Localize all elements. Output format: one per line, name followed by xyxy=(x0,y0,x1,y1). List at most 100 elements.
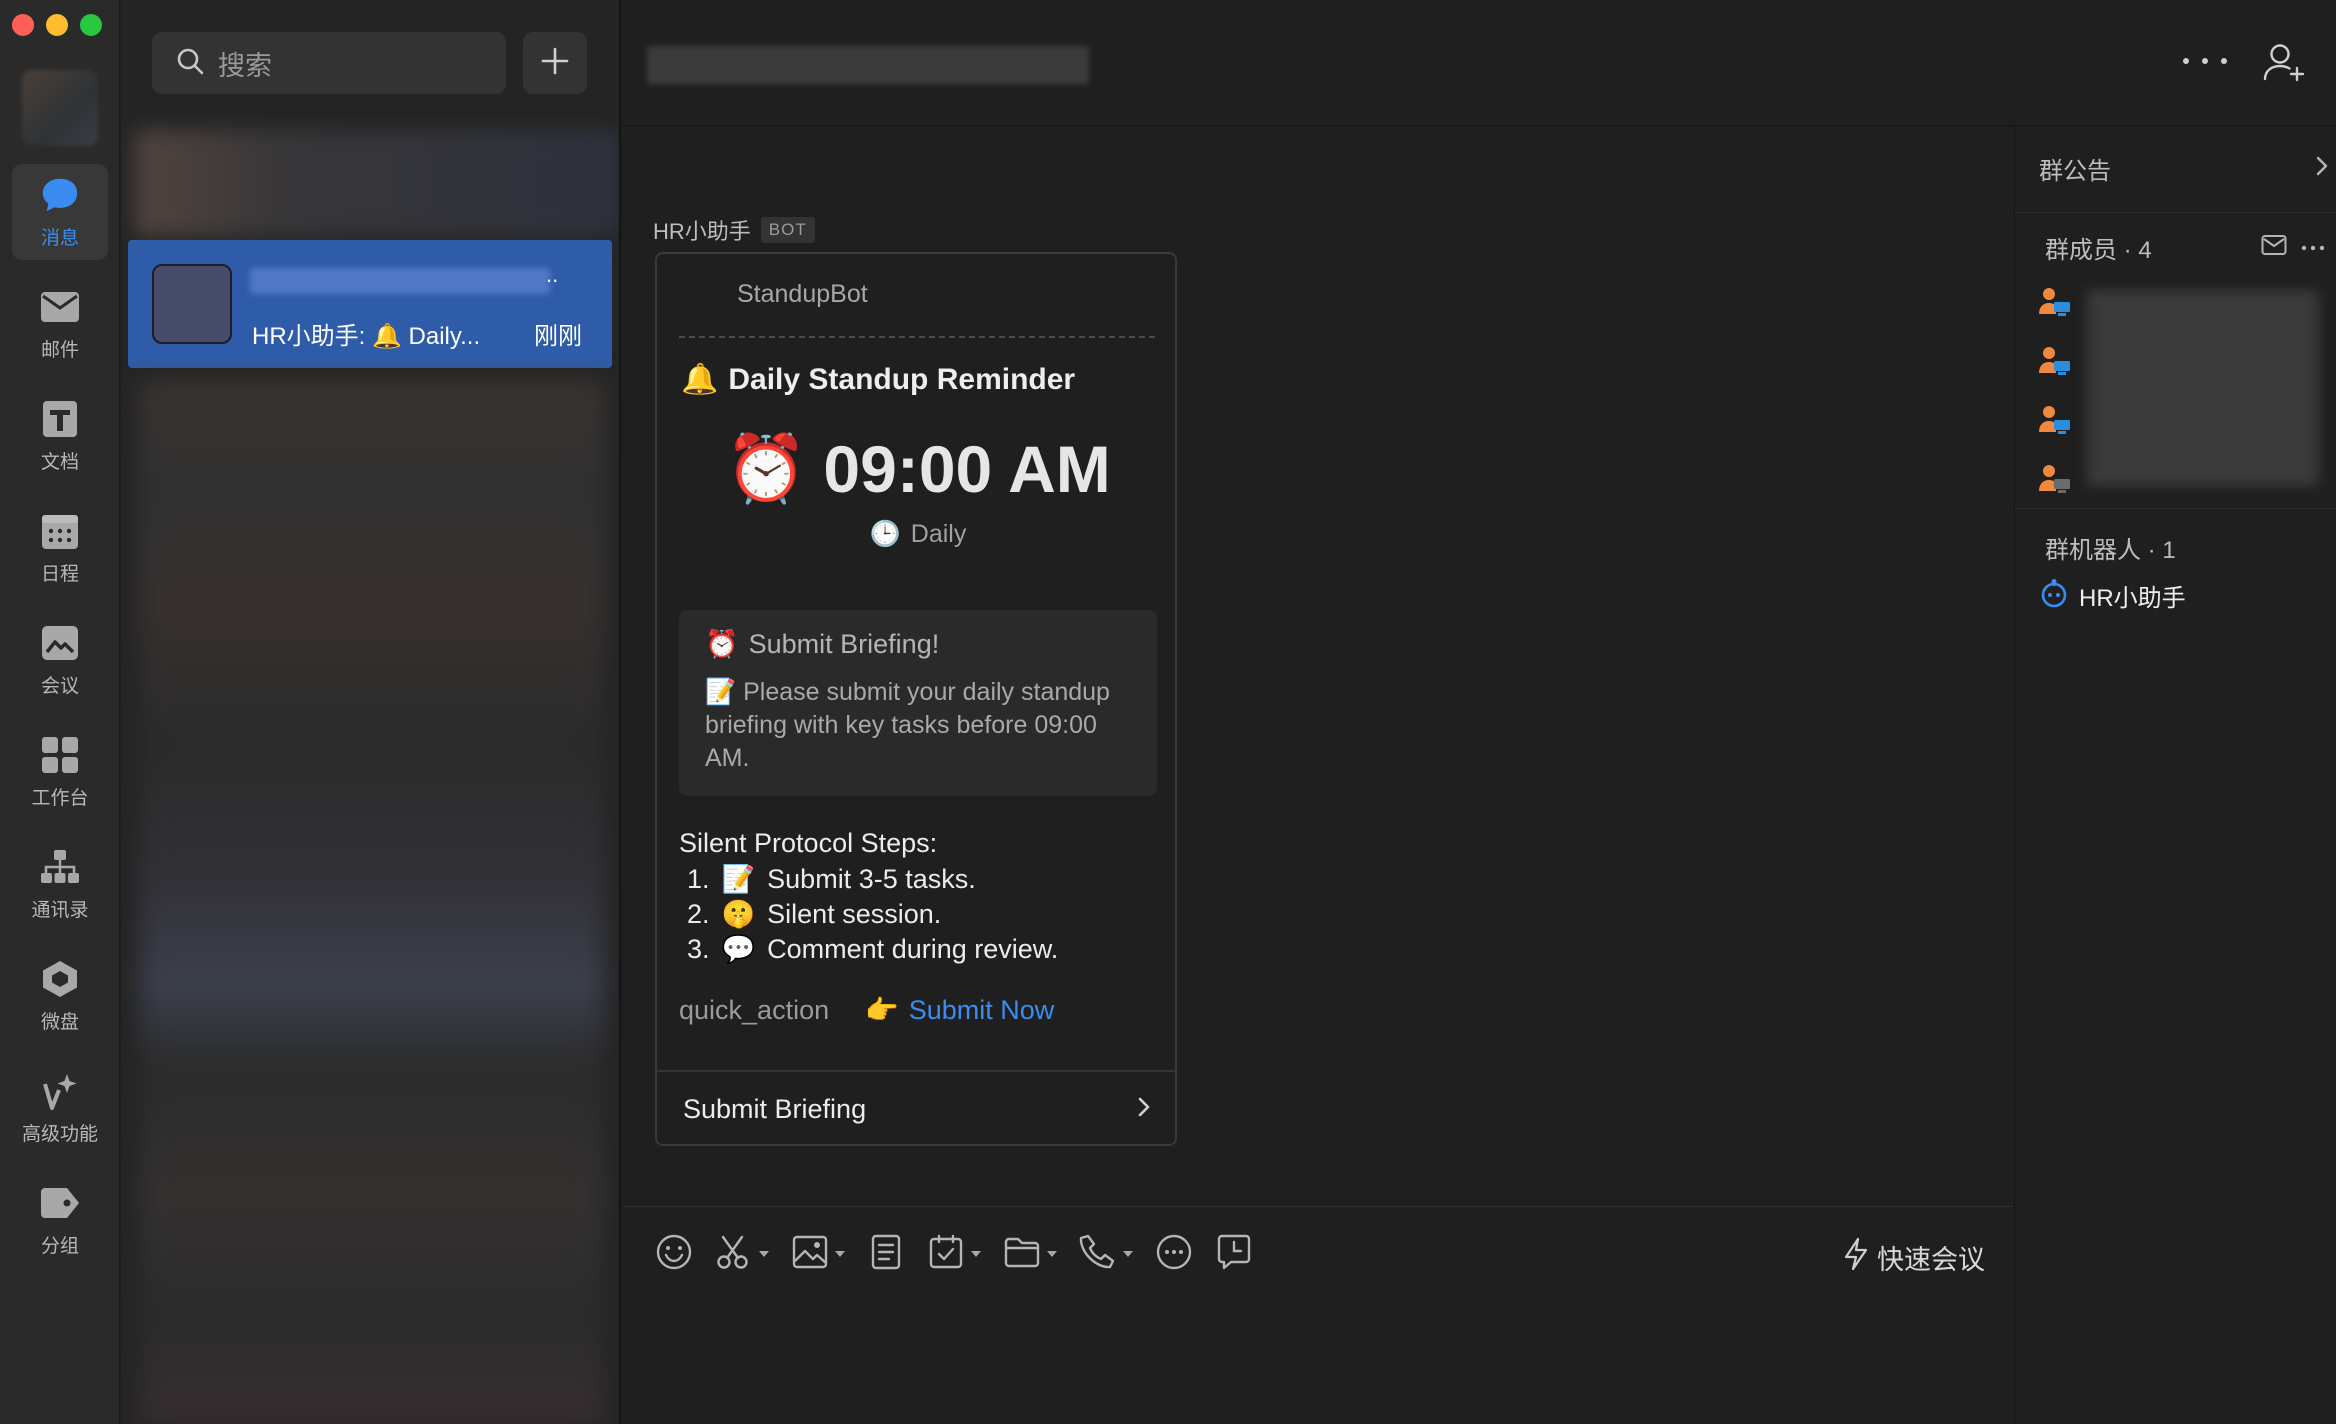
rail-item-advanced[interactable]: 高级功能 xyxy=(12,1060,108,1156)
chevron-down-icon[interactable] xyxy=(835,1251,845,1257)
member-user-icon[interactable] xyxy=(2039,463,2073,500)
dot xyxy=(2221,58,2227,64)
rail-item-drive[interactable]: 微盘 xyxy=(12,948,108,1044)
screenshot-button[interactable] xyxy=(715,1229,769,1279)
list-item: 2. 🤫 Silent session. xyxy=(687,897,1058,932)
card-title: 🔔 Daily Standup Reminder xyxy=(681,362,1075,397)
note-icon xyxy=(867,1233,905,1276)
sender-name[interactable]: HR小助手 xyxy=(653,214,751,246)
org-chart-icon xyxy=(40,847,80,887)
add-member-icon[interactable] xyxy=(2263,42,2307,87)
submit-briefing-button[interactable]: Submit Briefing xyxy=(657,1070,1175,1146)
close-window-button[interactable] xyxy=(12,14,34,36)
rail-item-label: 分组 xyxy=(40,1235,79,1257)
quick-action-key: quick_action xyxy=(679,994,830,1025)
rail-item-label: 日程 xyxy=(40,563,79,585)
rail-item-meetings[interactable]: 会议 xyxy=(12,612,108,708)
rail-item-docs[interactable]: 文档 xyxy=(12,388,108,484)
reminder-time: ⏰ 09:00 AM xyxy=(657,430,1179,508)
submit-now-link[interactable]: 👉 Submit Now xyxy=(865,994,1054,1026)
composer-toolbar xyxy=(655,1229,1253,1279)
chevron-down-icon[interactable] xyxy=(759,1251,769,1257)
tag-icon xyxy=(40,1183,80,1223)
search-box[interactable]: 搜索 xyxy=(152,32,506,94)
members-title: 群成员 · 4 xyxy=(2045,237,2152,264)
mail-icon[interactable] xyxy=(2261,234,2287,261)
member-user-icon[interactable] xyxy=(2039,286,2073,323)
task-button[interactable] xyxy=(927,1229,981,1279)
rail-item-messages[interactable]: 消息 xyxy=(12,164,108,260)
standup-reminder-card: StandupBot 🔔 Daily Standup Reminder ⏰ 09… xyxy=(655,252,1177,1146)
folder-icon xyxy=(1003,1233,1041,1276)
chevron-down-icon[interactable] xyxy=(971,1251,981,1257)
rail-item-groups[interactable]: 分组 xyxy=(12,1172,108,1268)
memo-icon: 📝 xyxy=(721,864,756,894)
members-header: 群成员 · 4 xyxy=(2045,230,2325,265)
step-number: 2. xyxy=(687,899,710,929)
emoji-button[interactable] xyxy=(655,1229,693,1279)
note-button[interactable] xyxy=(867,1229,905,1279)
list-item: 1. 📝 Submit 3-5 tasks. xyxy=(687,862,1058,897)
rail-item-label: 文档 xyxy=(40,451,79,473)
more-options-button[interactable] xyxy=(2183,46,2227,76)
image-icon xyxy=(791,1233,829,1276)
quick-meeting-button[interactable]: 快速会议 xyxy=(1843,1237,1985,1278)
file-button[interactable] xyxy=(1003,1229,1057,1279)
conversation-name-truncation: .. xyxy=(546,262,559,287)
card-title-text: Daily Standup Reminder xyxy=(728,362,1076,396)
rail-item-calendar[interactable]: 日程 xyxy=(12,500,108,596)
more-button[interactable] xyxy=(1155,1229,1193,1279)
bot-item[interactable]: HR小助手 xyxy=(2039,578,2186,613)
divider xyxy=(2015,508,2336,509)
sparkle-icon xyxy=(40,1071,80,1111)
bot-badge: BOT xyxy=(760,217,815,243)
minimize-window-button[interactable] xyxy=(46,14,68,36)
rail-item-mail[interactable]: 邮件 xyxy=(12,276,108,372)
speech-bubble-icon: 💬 xyxy=(721,934,756,964)
member-user-icon[interactable] xyxy=(2039,345,2073,382)
composer: 快速会议 xyxy=(623,1206,2013,1424)
rail-item-label: 高级功能 xyxy=(21,1123,98,1145)
conversation-item-selected[interactable]: .. HR小助手: 🔔 Daily... 刚刚 xyxy=(128,240,612,368)
divider xyxy=(2015,212,2336,213)
dot xyxy=(2183,58,2189,64)
screen-share-button[interactable] xyxy=(1215,1229,1253,1279)
steps-list: 1. 📝 Submit 3-5 tasks. 2. 🤫 Silent sessi… xyxy=(687,862,1058,967)
pointing-hand-icon: 👉 xyxy=(865,995,899,1025)
blurred-conversation-list[interactable] xyxy=(139,380,605,1424)
image-button[interactable] xyxy=(791,1229,845,1279)
blurred-conversation[interactable] xyxy=(135,130,619,236)
card-divider xyxy=(679,336,1155,338)
step-text: Submit 3-5 tasks. xyxy=(767,864,976,894)
members-actions xyxy=(2261,234,2325,261)
chevron-down-icon[interactable] xyxy=(1047,1251,1057,1257)
call-button[interactable] xyxy=(1079,1229,1133,1279)
screen-share-icon xyxy=(1215,1233,1253,1276)
search-input[interactable]: 搜索 xyxy=(218,44,272,83)
chat-header xyxy=(623,0,2336,126)
message-area: HR小助手 BOT StandupBot 🔔 Daily Standup Rem… xyxy=(623,126,2013,1206)
add-button[interactable] xyxy=(523,32,587,94)
message-sender: HR小助手 BOT xyxy=(653,214,815,246)
bots-title: 群机器人 · 1 xyxy=(2045,537,2176,564)
user-avatar[interactable] xyxy=(22,70,98,146)
member-user-icon[interactable] xyxy=(2039,404,2073,441)
group-notice-label: 群公告 xyxy=(2039,157,2111,185)
submit-briefing-label: Submit Briefing xyxy=(683,1093,867,1124)
more-icon[interactable] xyxy=(2301,239,2325,257)
drive-icon xyxy=(40,959,80,999)
rail-nav: 消息 邮件 文档 日程 会议 工作台 通讯录 微盘 高级功能 分组 xyxy=(0,164,120,1284)
more-circle-icon xyxy=(1155,1233,1193,1276)
member-names-redacted xyxy=(2087,290,2319,486)
rail-item-contacts[interactable]: 通讯录 xyxy=(12,836,108,932)
meeting-icon xyxy=(40,623,80,663)
group-info-panel: 群公告 群成员 · 4 群机器人 · 1 HR小助手 xyxy=(2014,126,2336,1424)
quick-meeting-label: 快速会议 xyxy=(1877,1245,1985,1275)
chevron-down-icon[interactable] xyxy=(1123,1251,1133,1257)
app-rail: 消息 邮件 文档 日程 会议 工作台 通讯录 微盘 高级功能 分组 xyxy=(0,0,120,1424)
zoom-window-button[interactable] xyxy=(80,14,102,36)
rail-item-workbench[interactable]: 工作台 xyxy=(12,724,108,820)
reminder-frequency: 🕒 Daily xyxy=(657,520,1179,549)
group-notice-row[interactable]: 群公告 xyxy=(2039,146,2329,190)
chevron-right-icon xyxy=(1137,1096,1151,1123)
